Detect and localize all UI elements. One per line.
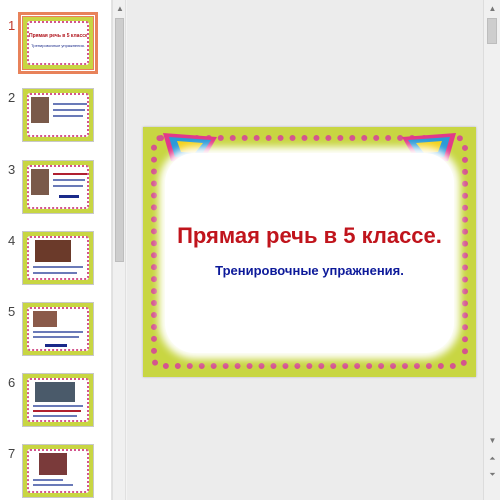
- thumbnail-text-line: [53, 185, 83, 187]
- slide-thumbnail-7[interactable]: [22, 444, 94, 498]
- thumbnail-row-3[interactable]: 3: [0, 160, 112, 224]
- current-slide[interactable]: Прямая речь в 5 классе. Тренировочные уп…: [143, 127, 476, 377]
- thumbnail-text-line: [53, 115, 83, 117]
- slide-thumbnail-3[interactable]: [22, 160, 94, 214]
- slide-number: 1: [8, 18, 16, 33]
- slide-title[interactable]: Прямая речь в 5 классе.: [143, 223, 476, 249]
- thumbnail-row-2[interactable]: 2: [0, 88, 112, 152]
- thumbnail-image: [31, 169, 49, 195]
- slide-subtitle[interactable]: Тренировочные упражнения.: [143, 263, 476, 278]
- thumbnail-text-line: [33, 415, 77, 417]
- slide-thumbnail-6[interactable]: [22, 373, 94, 427]
- slide-editing-area: Прямая речь в 5 классе. Тренировочные уп…: [127, 0, 483, 500]
- slide-thumbnail-panel: 1 Прямая речь в 5 классе. Тренировочные …: [0, 0, 112, 500]
- slide-thumbnail-2[interactable]: [22, 88, 94, 142]
- scrollbar-thumb[interactable]: [487, 18, 497, 44]
- slide-number: 3: [8, 162, 16, 177]
- thumbnail-row-7[interactable]: 7: [0, 444, 112, 500]
- thumbnail-text-line: [33, 405, 83, 407]
- thumbnail-row-5[interactable]: 5: [0, 302, 112, 366]
- thumbnail-text-line: [33, 484, 73, 486]
- thumbnail-text-line: [33, 272, 77, 274]
- thumbnail-text-line: [33, 336, 79, 338]
- slide-scrollbar[interactable]: ▲ ▼ ⏶ ⏷: [483, 0, 500, 500]
- thumbnail-text-line: [53, 103, 87, 105]
- scroll-down-icon[interactable]: ▼: [486, 434, 499, 448]
- slide-number: 4: [8, 233, 16, 248]
- thumbnail-text-line: [53, 179, 85, 181]
- thumbnail-text-line: [53, 173, 87, 175]
- thumbnail-text-line: [33, 479, 63, 481]
- thumbnail-image: [33, 311, 57, 327]
- slide-thumbnail-1[interactable]: Прямая речь в 5 классе. Тренировочные уп…: [18, 12, 98, 74]
- thumbnail-row-4[interactable]: 4: [0, 231, 112, 295]
- thumbnail-image: [35, 240, 71, 262]
- thumbnail-title: Прямая речь в 5 классе.: [29, 33, 87, 39]
- thumbnail-text-line: [33, 410, 81, 412]
- scroll-up-icon[interactable]: ▲: [114, 2, 126, 16]
- thumbnail-image: [35, 382, 75, 402]
- thumbnail-image: [39, 453, 67, 475]
- slide-content-area: [165, 153, 454, 353]
- thumbnail-text-line: [59, 195, 79, 198]
- previous-slide-icon[interactable]: ⏶: [486, 452, 499, 466]
- thumbnail-text-line: [33, 331, 83, 333]
- thumbnail-text-line: [45, 344, 67, 347]
- thumbnail-row-6[interactable]: 6: [0, 373, 112, 437]
- thumbnail-subtitle: Тренировочные упражнения.: [31, 43, 85, 48]
- slide-thumbnail-4[interactable]: [22, 231, 94, 285]
- slide-number: 5: [8, 304, 16, 319]
- slide-number: 7: [8, 446, 16, 461]
- next-slide-icon[interactable]: ⏷: [486, 468, 499, 482]
- slide-number: 2: [8, 90, 16, 105]
- scrollbar-thumb[interactable]: [115, 18, 124, 262]
- thumbnail-row-1[interactable]: 1 Прямая речь в 5 классе. Тренировочные …: [0, 12, 112, 80]
- thumbnail-scrollbar[interactable]: ▲: [112, 0, 126, 500]
- thumbnail-image: [31, 97, 49, 123]
- slide-thumbnail-5[interactable]: [22, 302, 94, 356]
- scroll-up-icon[interactable]: ▲: [486, 2, 499, 16]
- presentation-editor: 1 Прямая речь в 5 классе. Тренировочные …: [0, 0, 500, 500]
- thumbnail-text-line: [53, 109, 85, 111]
- slide-number: 6: [8, 375, 16, 390]
- thumbnail-text-line: [33, 266, 83, 268]
